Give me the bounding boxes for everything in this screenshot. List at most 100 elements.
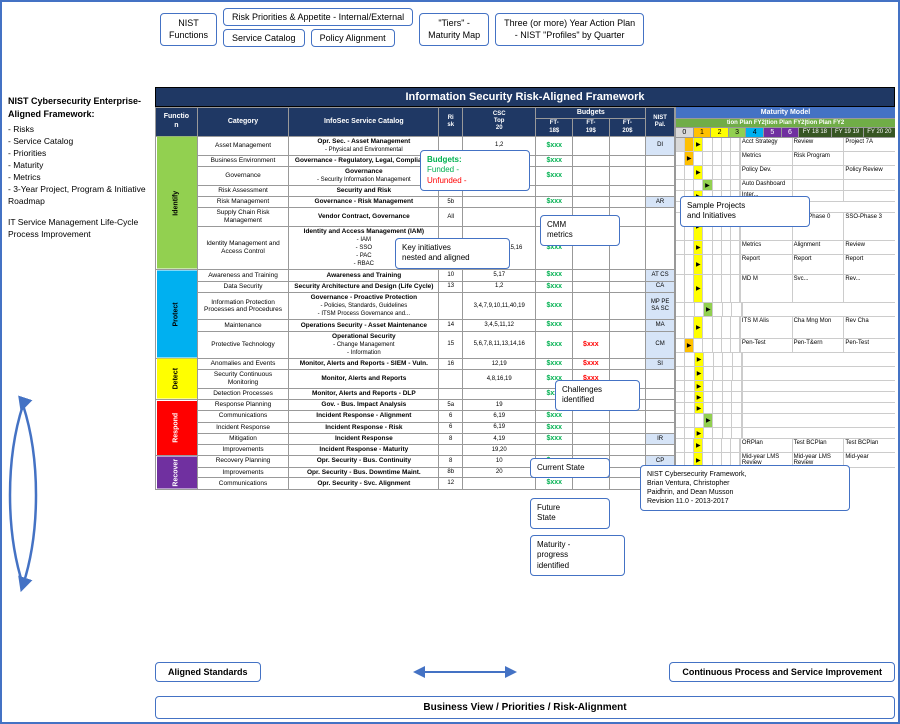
table-row: Business Environment Governance - Regula… [156,155,675,166]
maturity-data-rows: ▶ Acct Strategy Review Project 7A ▶ [676,138,895,479]
col-nist: NISTPal. [646,108,675,137]
maturity-model-header: Maturity Model [676,107,895,119]
mat-row: ▶ Policy Dev. Policy Review [676,166,895,180]
funded-label: Budgets: [427,155,523,165]
mat-row: ▶ ORPlan Test BCPlan Test BCPlan [676,439,895,453]
col-ft19: FT-19$ [573,119,610,136]
table-row: Mitigation Incident Response 8 4,19 $xxx… [156,433,675,444]
mat-row: ▶ [676,367,895,381]
key-initiatives-callout: Key initiatives nested and aligned [395,238,510,269]
action-plan-label: Three (or more) Year Action Plan - NIST … [504,18,635,40]
fy-col: FY 20 20 [863,128,895,137]
table-row: Information Protection Processes and Pro… [156,293,675,320]
mat-row: ▶ ITS M Alis Cha Mng Mon Rev Cha [676,317,895,339]
table-row: Communications Incident Response - Align… [156,411,675,422]
aligned-standards-label: Aligned Standards [168,667,248,677]
sample-projects-label: Sample Projects and Initiatives [687,201,745,220]
framework-title: NIST Cybersecurity Enterprise-Aligned Fr… [8,95,153,120]
action-plan-header: tion Plan FY2|tion Plan FY2|tion Plan FY… [676,119,895,128]
challenges-label: Challenges identified [562,385,602,404]
service-cell: Opr. Sec. - Asset Management- Physical a… [289,136,439,155]
bottom-arrows-row: Aligned Standards Continuous Process and… [155,662,895,682]
left-circular-arrows [8,395,38,595]
nist-functions-box: NIST Functions [160,13,217,46]
service-catalog-box: Service Catalog [223,29,305,47]
func-identify-cell: Identify [156,136,198,270]
current-state-callout: Current State [530,458,610,478]
mat-3: 3 [729,128,747,137]
col-function: Function [156,108,198,137]
table-row: Incident Response Incident Response - Ri… [156,422,675,433]
bottom-arrow-svg [405,662,525,682]
framework-items: - Risks - Service Catalog - Priorities -… [8,124,153,207]
current-state-label: Current State [537,463,585,472]
continuous-improvement-box: Continuous Process and Service Improveme… [669,662,895,682]
col-ft20: FT-20$ [609,119,646,136]
future-state-label: Future State [537,503,560,522]
mat-row: ▶ [676,403,895,414]
table-row: Data Security Security Architecture and … [156,281,675,292]
mat-2: 2 [711,128,729,137]
mat-row: ▶ Metrics Risk Program [676,152,895,166]
budget-callout: Budgets: Funded - Unfunded - [420,150,530,191]
future-state-callout: Future State [530,498,610,529]
bottom-section: Aligned Standards Continuous Process and… [0,624,900,724]
continuous-improvement-label: Continuous Process and Service Improveme… [682,667,882,677]
table-row: Protect Awareness and Training Awareness… [156,270,675,281]
col-ft18: FT-18$ [536,119,573,136]
middle-header-group: Risk Priorities & Appetite - Internal/Ex… [223,8,413,47]
table-row: Identify Asset Management Opr. Sec. - As… [156,136,675,155]
func-detect-cell: Detect [156,358,198,399]
funded-text: Funded - [427,165,523,175]
col-category: Category [197,108,288,137]
cmm-callout: CMM metrics [540,215,620,246]
tiers-box: "Tiers" - Maturity Map [419,13,489,46]
table-header-row1: Function Category InfoSec Service Catalo… [156,108,675,119]
col-risk: Risk [439,108,463,137]
cmm-label: CMM metrics [547,220,573,239]
maturity-numbers-row: 0 1 2 3 4 5 6 FY 18 18 FY 19 19 FY 20 20 [676,128,895,138]
maturity-label: Maturity - progress identified [537,540,570,570]
mat-row: ▶ [676,414,895,428]
col-csc: CSCTop20 [462,108,536,137]
maturity-action-section: Maturity Model tion Plan FY2|tion Plan F… [675,107,895,490]
mat-6: 6 [782,128,799,137]
framework-table-section: Function Category InfoSec Service Catalo… [155,107,675,490]
mat-1: 1 [694,128,712,137]
mat-row: ▶ Metrics Alignment Review [676,241,895,255]
main-container: NIST Functions Risk Priorities & Appetit… [0,0,900,724]
table-row: Risk Management Governance - Risk Manage… [156,196,675,207]
mat-row: ▶ Auto Dashboard [676,180,895,191]
nist-functions-label: NIST Functions [169,18,208,40]
challenges-callout: Challenges identified [555,380,640,411]
mat-5: 5 [764,128,782,137]
top-header: NIST Functions Risk Priorities & Appetit… [160,8,890,47]
tiers-label: "Tiers" - Maturity Map [428,18,480,40]
nist-ref-label: NIST Cybersecurity Framework, Brian Vent… [647,471,746,505]
business-view-box: Business View / Priorities / Risk-Alignm… [155,696,895,719]
func-respond-cell: Respond [156,400,198,456]
fy-col: FY 18 18 [798,128,830,137]
framework-main-title: Information Security Risk-Aligned Framew… [406,91,645,103]
table-row: Protective Technology Operational Securi… [156,331,675,358]
mat-row: ▶ [676,381,895,392]
mat-row: ▶ Report Report Report [676,255,895,275]
table-row: Communications Opr. Security - Svc. Alig… [156,478,675,489]
policy-alignment-label: Policy Alignment [320,33,386,43]
mat-4: 4 [746,128,764,137]
unfunded-text: Unfunded - [427,176,523,186]
left-framework: NIST Cybersecurity Enterprise-Aligned Fr… [8,95,153,241]
mat-row: ▶ Pen-Test Pen-T&ern Pen-Test [676,339,895,353]
table-row: Risk Assessment Security and Risk 5a 4 [156,186,675,197]
nist-ref-callout: NIST Cybersecurity Framework, Brian Vent… [640,465,850,511]
business-view-label: Business View / Priorities / Risk-Alignm… [423,702,626,713]
func-recover-cell: Recover [156,456,198,490]
action-plan-box: Three (or more) Year Action Plan - NIST … [495,13,644,46]
mat-row: ▶ [676,303,895,317]
framework-title-bar: Information Security Risk-Aligned Framew… [155,87,895,107]
table-row: Improvements Incident Response - Maturit… [156,445,675,456]
mat-row: ▶ MD M Svc... Rev... [676,275,895,303]
risk-priorities-box: Risk Priorities & Appetite - Internal/Ex… [223,8,413,26]
mat-row: ▶ [676,392,895,403]
fy-col: FY 19 19 [831,128,863,137]
